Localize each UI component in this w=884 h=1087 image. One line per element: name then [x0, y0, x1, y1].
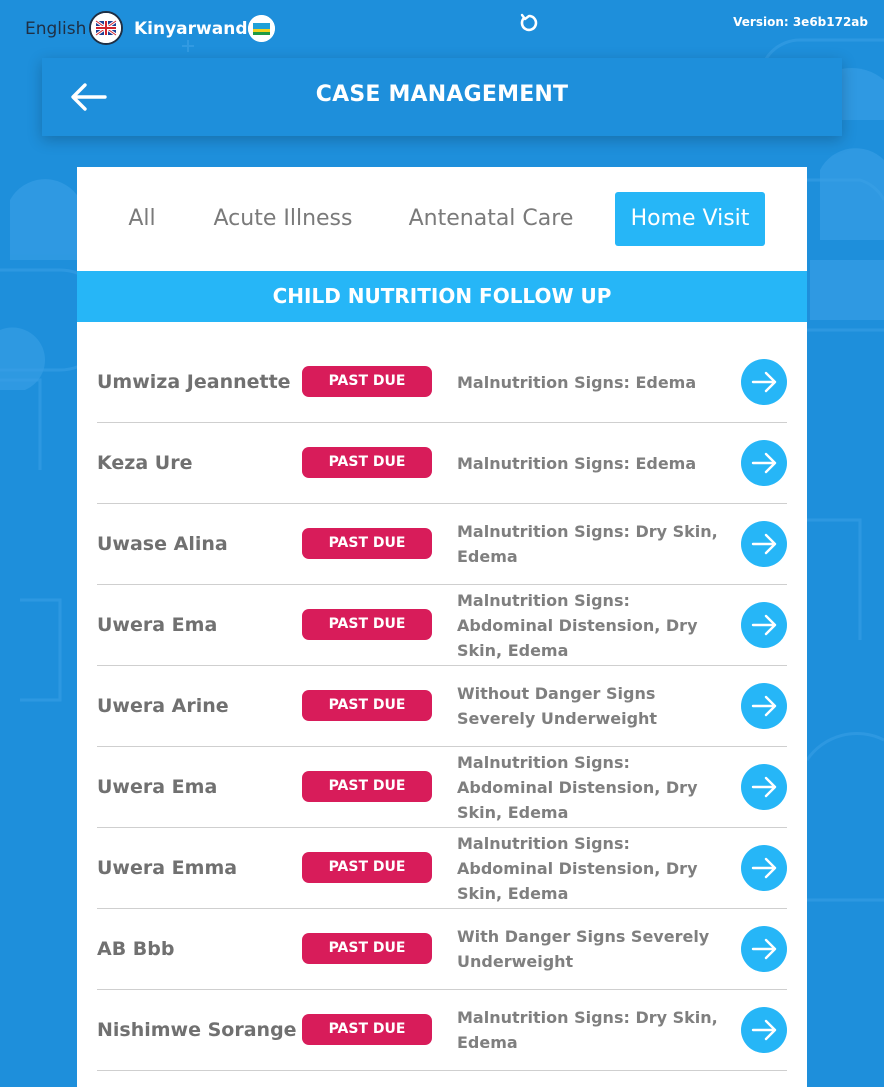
- status-badge: PAST DUE: [302, 447, 432, 478]
- open-case-button[interactable]: [741, 440, 787, 486]
- rwanda-flag-icon[interactable]: [248, 15, 275, 42]
- open-case-button[interactable]: [741, 764, 787, 810]
- status-badge: PAST DUE: [302, 771, 432, 802]
- filter-tabs: All Acute Illness Antenatal Care Home Vi…: [77, 167, 807, 271]
- arrow-right-icon: [751, 371, 777, 393]
- case-description: Malnutrition Signs: Dry Skin, Edema: [457, 522, 718, 566]
- status-badge: PAST DUE: [302, 528, 432, 559]
- case-row[interactable]: AB Bbb PAST DUE With Danger Signs Severe…: [97, 909, 787, 990]
- patient-name: Keza Ure: [97, 452, 193, 474]
- top-bar: English Kinyarwanda Version: 3e6b172ab: [0, 0, 884, 56]
- case-list-card: All Acute Illness Antenatal Care Home Vi…: [77, 167, 807, 1087]
- refresh-icon[interactable]: [519, 12, 541, 34]
- patient-name: Uwera Ema: [97, 614, 218, 636]
- case-row[interactable]: Uwase Alina PAST DUE Malnutrition Signs:…: [97, 504, 787, 585]
- case-description: Malnutrition Signs: Edema: [457, 372, 697, 392]
- arrow-right-icon: [751, 938, 777, 960]
- case-description: Without Danger Signs Severely Underweigh…: [457, 684, 658, 728]
- case-description: Malnutrition Signs: Edema: [457, 453, 697, 473]
- status-badge: PAST DUE: [302, 609, 432, 640]
- version-label: Version: 3e6b172ab: [733, 15, 868, 29]
- arrow-right-icon: [751, 533, 777, 555]
- tab-all[interactable]: All: [117, 192, 167, 246]
- patient-name: Uwase Alina: [97, 533, 228, 555]
- patient-name: Uwera Emma: [97, 857, 238, 879]
- status-badge: PAST DUE: [302, 1014, 432, 1045]
- case-row[interactable]: Uwera Ema PAST DUE Malnutrition Signs: A…: [97, 747, 787, 828]
- open-case-button[interactable]: [741, 845, 787, 891]
- open-case-button[interactable]: [741, 359, 787, 405]
- case-description: With Danger Signs Severely Underweight: [457, 927, 710, 971]
- case-row[interactable]: Uwera Arine PAST DUE Without Danger Sign…: [97, 666, 787, 747]
- page-header: CASE MANAGEMENT: [42, 58, 842, 136]
- language-kinyarwanda[interactable]: Kinyarwanda: [134, 19, 259, 39]
- arrow-right-icon: [751, 695, 777, 717]
- arrow-right-icon: [751, 857, 777, 879]
- page-title: CASE MANAGEMENT: [315, 82, 569, 107]
- tab-home-visit[interactable]: Home Visit: [615, 192, 765, 246]
- case-row[interactable]: Keza Ure PAST DUE Malnutrition Signs: Ed…: [97, 423, 787, 504]
- open-case-button[interactable]: [741, 602, 787, 648]
- case-description: Malnutrition Signs: Abdominal Distension…: [457, 752, 698, 822]
- patient-name: Umwiza Jeannette: [97, 371, 291, 393]
- case-description: Malnutrition Signs: Dry Skin, Edema: [457, 1008, 718, 1052]
- case-description: Malnutrition Signs: Abdominal Distension…: [457, 590, 698, 660]
- tab-antenatal-care[interactable]: Antenatal Care: [399, 192, 583, 246]
- case-row[interactable]: Uwera Ema PAST DUE Malnutrition Signs: A…: [97, 585, 787, 666]
- tab-acute-illness[interactable]: Acute Illness: [205, 192, 361, 246]
- patient-name: Nishimwe Sorange: [97, 1019, 297, 1041]
- uk-flag-icon[interactable]: [89, 11, 123, 45]
- language-english[interactable]: English: [25, 19, 86, 39]
- open-case-button[interactable]: [741, 521, 787, 567]
- status-badge: PAST DUE: [302, 852, 432, 883]
- patient-name: Uwera Arine: [97, 695, 229, 717]
- open-case-button[interactable]: [741, 1007, 787, 1053]
- open-case-button[interactable]: [741, 926, 787, 972]
- case-description: Malnutrition Signs: Abdominal Distension…: [457, 833, 698, 903]
- status-badge: PAST DUE: [302, 366, 432, 397]
- patient-name: Uwera Ema: [97, 776, 218, 798]
- arrow-right-icon: [751, 614, 777, 636]
- status-badge: PAST DUE: [302, 690, 432, 721]
- status-badge: PAST DUE: [302, 933, 432, 964]
- arrow-right-icon: [751, 776, 777, 798]
- arrow-right-icon: [751, 1019, 777, 1041]
- case-row[interactable]: Umwiza Jeannette PAST DUE Malnutrition S…: [97, 342, 787, 423]
- patient-name: AB Bbb: [97, 938, 175, 960]
- case-row[interactable]: Nishimwe Sorange PAST DUE Malnutrition S…: [97, 990, 787, 1071]
- section-header: CHILD NUTRITION FOLLOW UP: [77, 271, 807, 322]
- open-case-button[interactable]: [741, 683, 787, 729]
- arrow-right-icon: [751, 452, 777, 474]
- case-list: Umwiza Jeannette PAST DUE Malnutrition S…: [97, 342, 787, 1071]
- case-row[interactable]: Uwera Emma PAST DUE Malnutrition Signs: …: [97, 828, 787, 909]
